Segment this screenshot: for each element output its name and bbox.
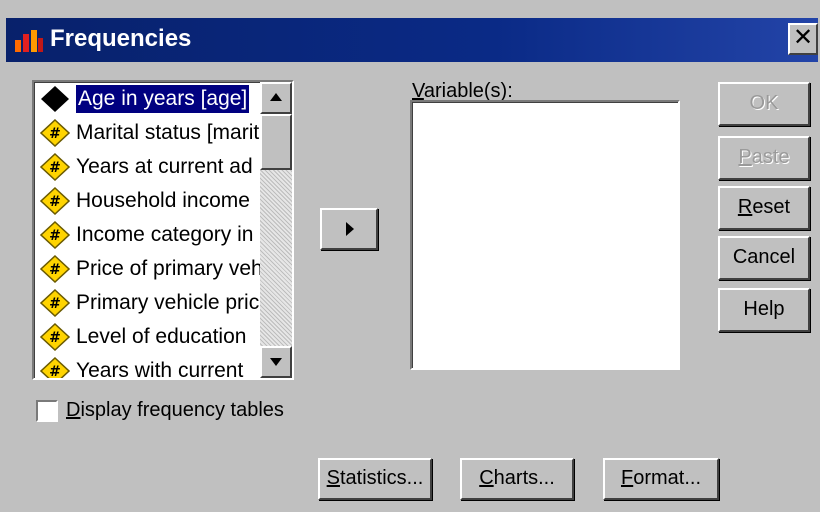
svg-text:#: # bbox=[49, 194, 61, 210]
svg-text:#: # bbox=[49, 262, 61, 278]
numeric-variable-icon: # bbox=[40, 187, 70, 215]
numeric-variable-icon: # bbox=[40, 153, 70, 181]
frequencies-dialog: Frequencies ✕ Age in years [age] # Marital… bbox=[0, 0, 820, 512]
selected-variables-list[interactable] bbox=[410, 100, 680, 370]
dialog-title: Frequencies bbox=[50, 25, 192, 52]
list-item-label: Marital status [marit bbox=[76, 121, 260, 144]
display-frequency-tables-label[interactable]: Display frequency tables bbox=[66, 399, 284, 422]
move-variable-button[interactable] bbox=[320, 208, 378, 250]
list-item[interactable]: # Marital status [marit bbox=[36, 116, 260, 150]
svg-text:#: # bbox=[49, 228, 61, 244]
display-frequency-tables-checkbox[interactable] bbox=[36, 400, 58, 422]
frequencies-app-icon bbox=[15, 30, 43, 52]
list-item-label: Age in years [age] bbox=[76, 85, 250, 113]
list-item[interactable]: # Years with current bbox=[36, 354, 260, 378]
list-item[interactable]: # Years at current ad bbox=[36, 150, 260, 184]
title-bar[interactable]: Frequencies ✕ bbox=[6, 18, 818, 62]
scale-variable-icon bbox=[41, 86, 69, 112]
numeric-variable-icon: # bbox=[40, 357, 70, 378]
scroll-thumb[interactable] bbox=[260, 114, 292, 170]
right-arrow-icon bbox=[346, 222, 354, 236]
statistics-button[interactable]: Statistics... bbox=[318, 458, 432, 500]
format-button[interactable]: Format... bbox=[603, 458, 719, 500]
close-icon: ✕ bbox=[792, 24, 814, 51]
reset-button[interactable]: Reset bbox=[718, 186, 810, 230]
numeric-variable-icon: # bbox=[40, 255, 70, 283]
list-item[interactable]: # Income category in bbox=[36, 218, 260, 252]
svg-text:#: # bbox=[49, 364, 61, 378]
list-item[interactable]: # Level of education bbox=[36, 320, 260, 354]
variable-list-items: Age in years [age] # Marital status [marit… bbox=[36, 82, 260, 378]
svg-text:#: # bbox=[49, 126, 61, 142]
list-item-label: Price of primary veh bbox=[76, 257, 260, 280]
list-item-label: Household income bbox=[76, 189, 250, 212]
scroll-down-button[interactable] bbox=[260, 346, 292, 378]
numeric-variable-icon: # bbox=[40, 323, 70, 351]
list-item[interactable]: # Household income bbox=[36, 184, 260, 218]
list-scrollbar[interactable] bbox=[260, 82, 292, 378]
scroll-up-arrow-icon bbox=[270, 93, 282, 101]
close-button[interactable]: ✕ bbox=[788, 23, 818, 55]
list-item-label: Level of education bbox=[76, 325, 247, 348]
numeric-variable-icon: # bbox=[40, 221, 70, 249]
ok-button[interactable]: OK bbox=[718, 82, 810, 126]
numeric-variable-icon: # bbox=[40, 289, 70, 317]
list-item-label: Years at current ad bbox=[76, 155, 253, 178]
source-variable-list[interactable]: Age in years [age] # Marital status [marit… bbox=[32, 80, 294, 380]
charts-button[interactable]: Charts... bbox=[460, 458, 574, 500]
list-item[interactable]: # Price of primary veh bbox=[36, 252, 260, 286]
svg-text:#: # bbox=[49, 330, 61, 346]
paste-button[interactable]: Paste bbox=[718, 136, 810, 180]
numeric-variable-icon: # bbox=[40, 119, 70, 147]
cancel-button[interactable]: Cancel bbox=[718, 236, 810, 280]
help-button[interactable]: Help bbox=[718, 288, 810, 332]
scroll-down-arrow-icon bbox=[270, 358, 282, 366]
list-item[interactable]: # Primary vehicle pric bbox=[36, 286, 260, 320]
list-item-label: Income category in bbox=[76, 223, 254, 246]
list-item[interactable]: Age in years [age] bbox=[36, 82, 260, 116]
svg-text:#: # bbox=[49, 296, 61, 312]
svg-text:#: # bbox=[49, 160, 61, 176]
list-item-label: Primary vehicle pric bbox=[76, 291, 260, 314]
scroll-up-button[interactable] bbox=[260, 82, 292, 114]
list-item-label: Years with current bbox=[76, 359, 244, 378]
